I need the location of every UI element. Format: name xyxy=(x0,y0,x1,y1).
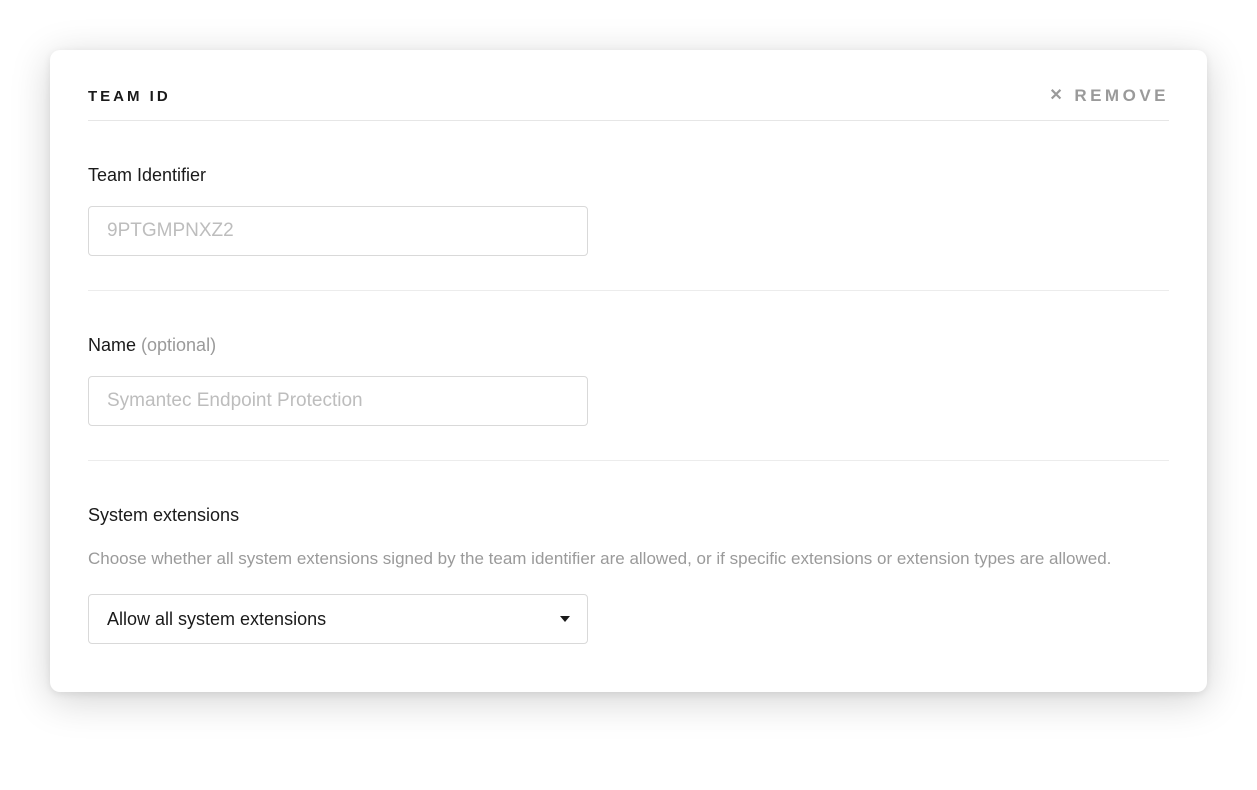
system-extensions-select-wrapper: Allow all system extensions xyxy=(88,594,588,644)
name-section: Name (optional) xyxy=(88,291,1169,461)
system-extensions-section: System extensions Choose whether all sys… xyxy=(88,461,1169,644)
team-identifier-section: Team Identifier xyxy=(88,121,1169,291)
card-header: TEAM ID ✕ Remove xyxy=(88,86,1169,121)
remove-button-label: Remove xyxy=(1074,86,1169,106)
team-identifier-input[interactable] xyxy=(88,206,588,256)
system-extensions-help: Choose whether all system extensions sig… xyxy=(88,546,1169,572)
name-optional-text: (optional) xyxy=(141,335,216,355)
system-extensions-select[interactable]: Allow all system extensions xyxy=(88,594,588,644)
team-id-card: TEAM ID ✕ Remove Team Identifier Name (o… xyxy=(50,50,1207,692)
name-input[interactable] xyxy=(88,376,588,426)
close-icon: ✕ xyxy=(1049,88,1066,104)
remove-button[interactable]: ✕ Remove xyxy=(1049,86,1169,106)
name-label-text: Name xyxy=(88,335,141,355)
system-extensions-label: System extensions xyxy=(88,505,1169,526)
card-title: TEAM ID xyxy=(88,88,171,105)
team-identifier-label: Team Identifier xyxy=(88,165,1169,186)
name-label: Name (optional) xyxy=(88,335,1169,356)
